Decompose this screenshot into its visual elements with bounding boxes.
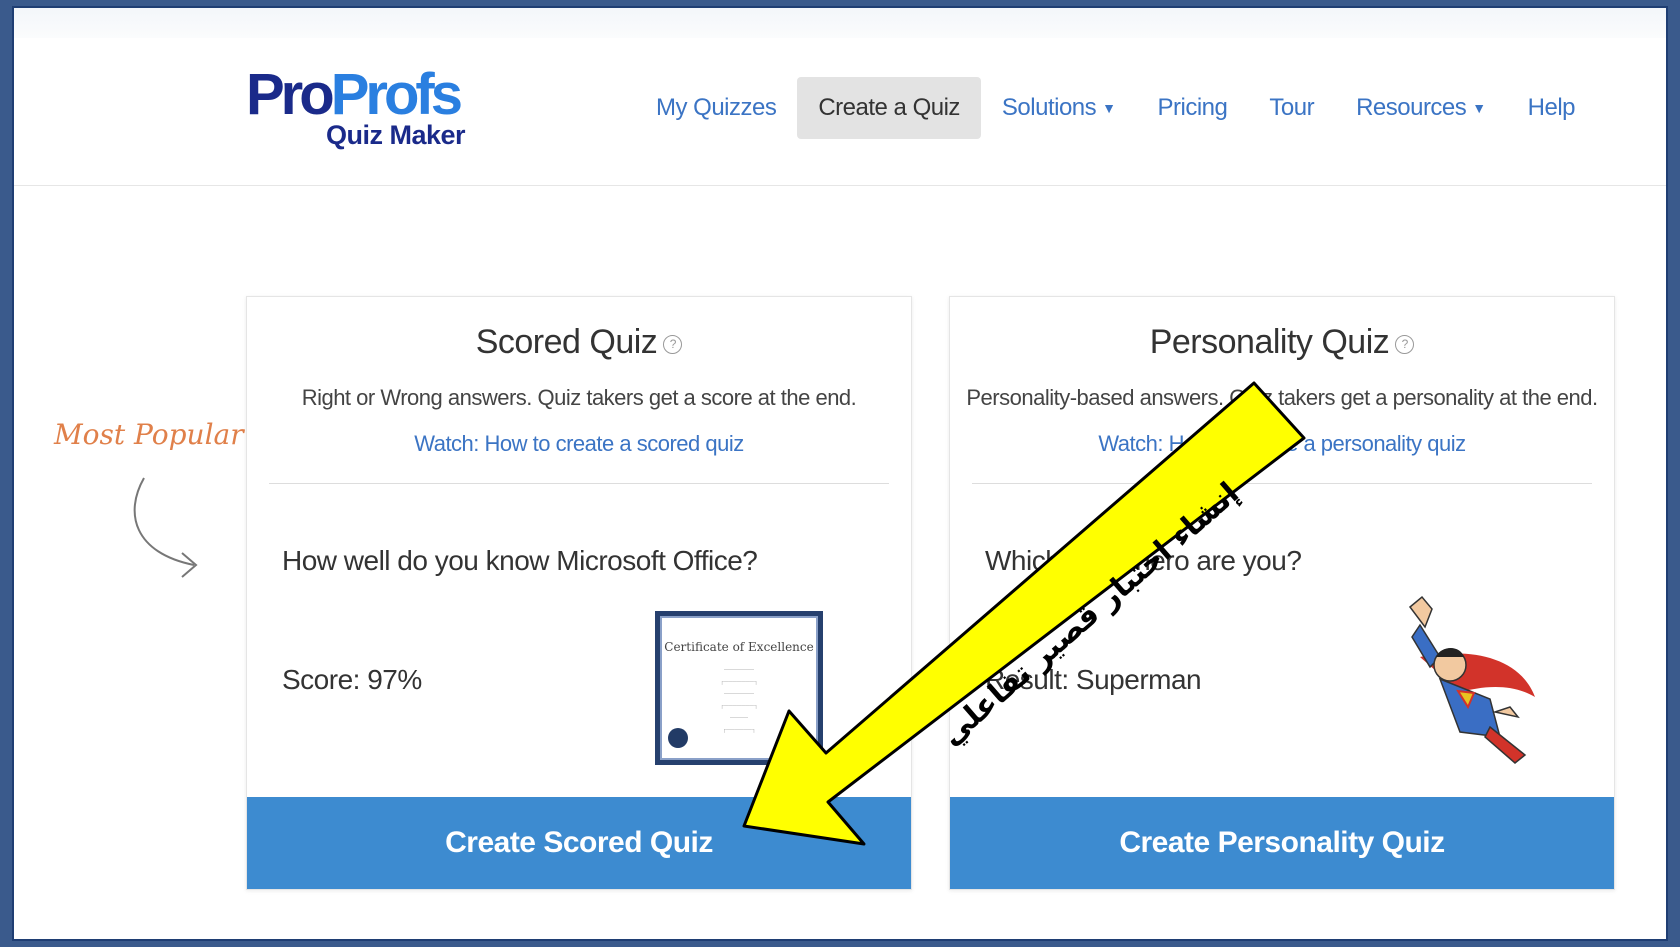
- nav-create-a-quiz[interactable]: Create a Quiz: [797, 77, 981, 139]
- personality-quiz-card: Personality Quiz? Personality-based answ…: [949, 296, 1615, 890]
- nav-menu: My Quizzes Create a Quiz Solutions ▼ Pric…: [635, 77, 1596, 139]
- scored-quiz-card: Scored Quiz? Right or Wrong answers. Qui…: [246, 296, 912, 890]
- nav-label: Pricing: [1157, 94, 1228, 121]
- superman-icon: [1408, 595, 1535, 764]
- card-description: Personality-based answers. Quiz takers g…: [966, 385, 1598, 410]
- logo-subtitle: Quiz Maker: [326, 120, 466, 150]
- navbar: ProProfs Quiz Maker My Quizzes Create a …: [14, 38, 1666, 186]
- card-title-text: Scored Quiz: [475, 323, 658, 361]
- nav-tour[interactable]: Tour: [1248, 77, 1335, 139]
- card-title: Scored Quiz?: [247, 323, 911, 362]
- logo-profs: Profs: [330, 62, 463, 127]
- create-personality-quiz-button[interactable]: Create Personality Quiz: [950, 797, 1614, 889]
- create-scored-quiz-button[interactable]: Create Scored Quiz: [247, 797, 911, 889]
- nav-my-quizzes[interactable]: My Quizzes: [635, 77, 797, 139]
- proprofs-logo[interactable]: ProProfs Quiz Maker: [246, 66, 466, 151]
- certificate-title: Certificate of Excellence: [664, 640, 814, 654]
- card-title: Personality Quiz?: [950, 323, 1614, 362]
- card-description: Right or Wrong answers. Quiz takers get …: [301, 385, 857, 410]
- divider: [269, 483, 889, 484]
- nav-label: Help: [1527, 94, 1576, 121]
- nav-label: Solutions: [1001, 94, 1097, 121]
- nav-resources[interactable]: Resources ▼: [1335, 77, 1507, 139]
- nav-pricing[interactable]: Pricing: [1137, 77, 1249, 139]
- certificate-inner: Certificate of Excellence ――――― ┌───────┐…: [660, 616, 818, 760]
- most-popular-label: Most Popular: [54, 418, 244, 451]
- help-icon[interactable]: ?: [1395, 334, 1415, 354]
- caret-down-icon: ▼: [1102, 100, 1116, 116]
- logo-wordmark: ProProfs: [246, 66, 463, 124]
- watch-video-link[interactable]: Watch: How to create a scored quiz: [247, 431, 911, 457]
- watch-video-link[interactable]: Watch: How to create a personality quiz: [950, 431, 1614, 457]
- caret-down-icon: ▼: [1472, 100, 1486, 116]
- sample-question: How well do you know Microsoft Office?: [282, 545, 758, 576]
- nav-label: My Quizzes: [655, 94, 777, 121]
- certificate-lines: ――――― ┌───────┐ ――――― ┌───────┐ ――― ┌──────┐: [719, 667, 759, 733]
- logo-pro: Pro: [246, 62, 335, 127]
- help-icon[interactable]: ?: [663, 334, 683, 354]
- nav-label: Resources: [1356, 94, 1467, 121]
- divider: [972, 483, 1592, 484]
- top-strip: [14, 8, 1666, 38]
- curved-arrow-icon: [133, 477, 198, 578]
- seal-icon: [668, 728, 688, 748]
- nav-help[interactable]: Help: [1507, 77, 1596, 139]
- nav-label: Create a Quiz: [818, 94, 960, 121]
- browser-frame: ProProfs Quiz Maker My Quizzes Create a …: [12, 6, 1668, 941]
- nav-solutions[interactable]: Solutions ▼: [981, 77, 1137, 139]
- certificate-image: Certificate of Excellence ――――― ┌───────┐…: [655, 611, 823, 765]
- card-title-text: Personality Quiz: [1149, 323, 1390, 361]
- nav-label: Tour: [1269, 94, 1315, 121]
- sample-result: Score: 97%: [282, 664, 422, 695]
